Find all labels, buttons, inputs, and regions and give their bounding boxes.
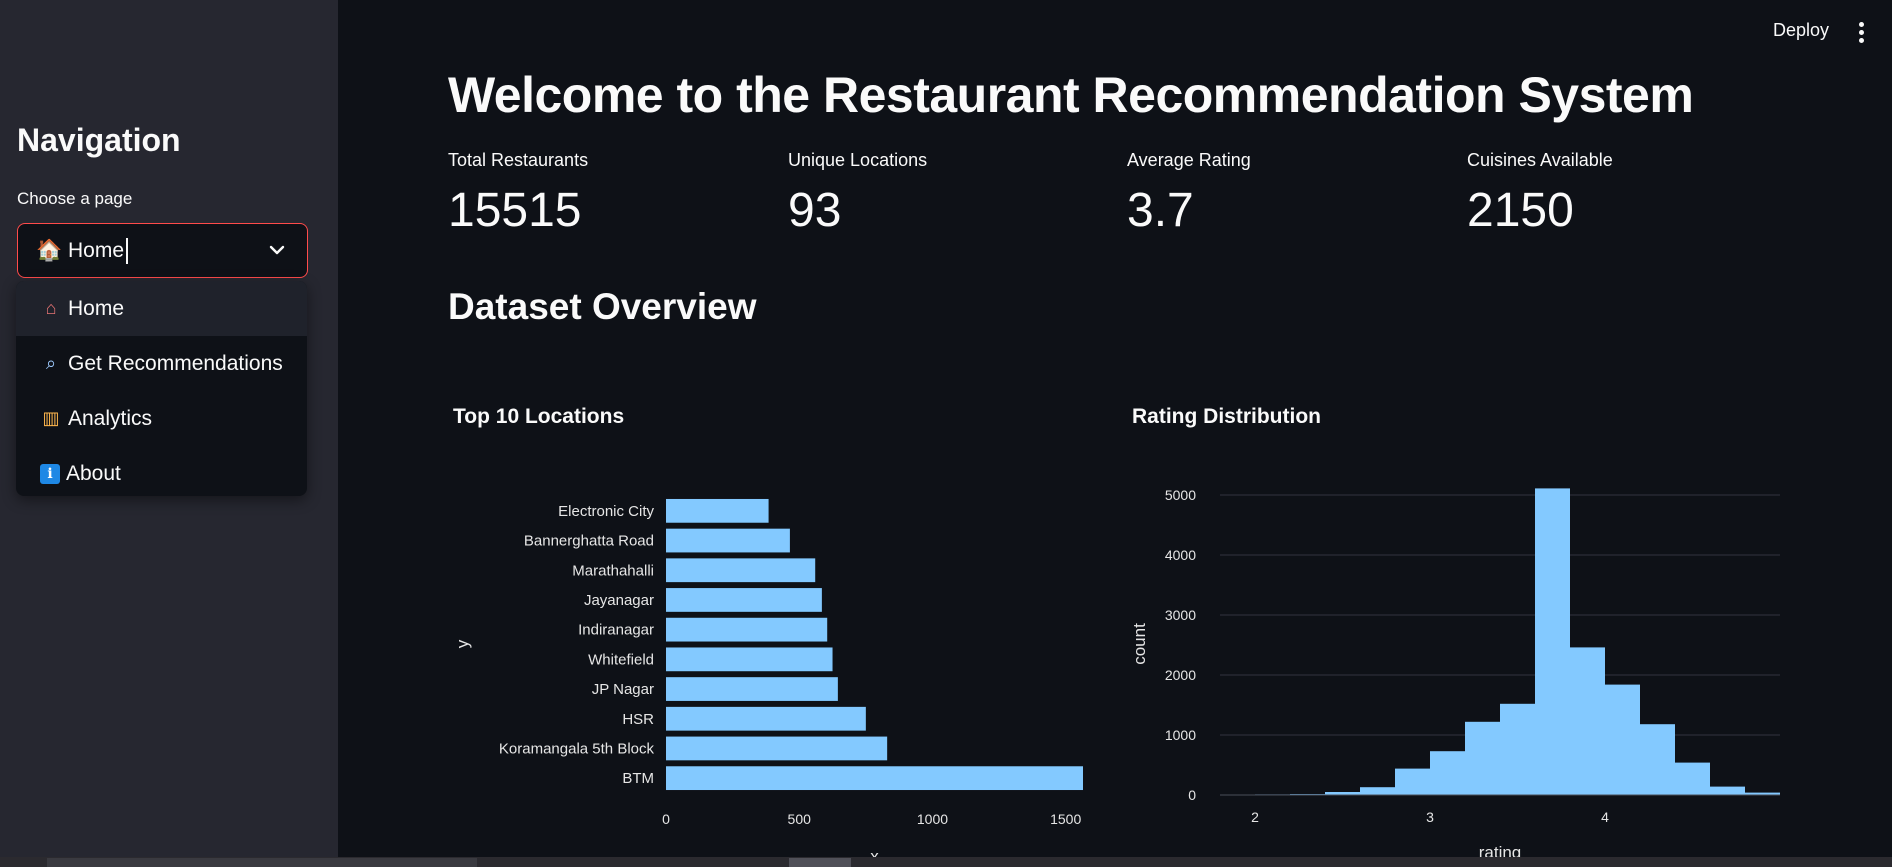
magnifier-icon: ⌕: [45, 353, 57, 373]
bar[interactable]: [666, 677, 838, 701]
chart-title-rating: Rating Distribution: [1132, 405, 1321, 428]
y-axis-label: y: [453, 639, 472, 648]
x-tick-label: 2: [1251, 809, 1259, 825]
metric-label: Average Rating: [1127, 150, 1251, 170]
histogram-bar[interactable]: [1570, 647, 1605, 795]
page-select-dropdown: ⌂ Home ⌕ Get Recommendations ▥ Analytics iA…: [16, 281, 307, 496]
top-locations-chart[interactable]: Electronic City Bannerghatta Road Marathah…: [448, 480, 1088, 867]
house-icon: ⌂: [45, 298, 57, 318]
histogram-bar[interactable]: [1360, 787, 1395, 795]
bar[interactable]: [666, 617, 828, 642]
y-tick-label: 3000: [1165, 607, 1196, 623]
metric-value: 3.7: [1127, 184, 1194, 237]
chevron-down-icon[interactable]: [265, 238, 289, 262]
histogram-bar[interactable]: [1605, 684, 1640, 795]
deploy-button[interactable]: Deploy: [1773, 20, 1829, 41]
metric-value: 2150: [1467, 184, 1574, 237]
page-title: Welcome to the Restaurant Recommendation…: [448, 67, 1694, 123]
category-tick-label: JP Nagar: [592, 681, 654, 698]
category-tick-label: Bannerghatta Road: [524, 533, 654, 550]
option-label: Analytics: [68, 406, 153, 430]
metric-value: 15515: [448, 184, 582, 237]
metric-total-restaurants: Total Restaurants 15515: [448, 150, 588, 238]
category-tick-label: Whitefield: [588, 651, 654, 668]
page-select-value: 🏠 Home: [36, 238, 124, 262]
main-menu-icon[interactable]: [1857, 22, 1865, 44]
metric-label: Total Restaurants: [448, 150, 589, 170]
histogram-bar[interactable]: [1395, 768, 1430, 795]
category-tick-label: Koramangala 5th Block: [499, 740, 655, 757]
metric-value: 93: [788, 184, 842, 237]
histogram-bar[interactable]: [1465, 721, 1500, 795]
page-select-label: Choose a page: [17, 189, 133, 208]
bar-chart-icon: ▥: [42, 408, 60, 428]
category-tick-label: Electronic City: [558, 503, 654, 520]
histogram-bar[interactable]: [1675, 762, 1710, 795]
option-label: About: [66, 461, 121, 485]
bar[interactable]: [666, 528, 790, 553]
option-home[interactable]: ⌂ Home: [16, 281, 307, 336]
chart-title-locations: Top 10 Locations: [453, 405, 625, 428]
section-title: Dataset Overview: [448, 286, 757, 327]
bar[interactable]: [666, 588, 822, 612]
histogram-bar[interactable]: [1500, 703, 1535, 795]
bar[interactable]: [666, 706, 866, 731]
option-analytics[interactable]: ▥ Analytics: [16, 391, 307, 446]
bar[interactable]: [666, 647, 833, 672]
histogram-bar[interactable]: [1535, 488, 1570, 795]
y-tick-label: 2000: [1165, 667, 1196, 683]
bar[interactable]: [666, 558, 816, 583]
x-tick-label: 500: [788, 811, 812, 827]
y-axis-label: count: [1130, 623, 1149, 665]
metric-label: Unique Locations: [788, 150, 928, 170]
metric-label: Cuisines Available: [1467, 150, 1613, 170]
option-label: Get Recommendations: [68, 351, 283, 375]
category-tick-label: BTM: [622, 770, 654, 787]
metric-average-rating: Average Rating 3.7: [1127, 150, 1251, 238]
bar[interactable]: [666, 498, 769, 523]
category-tick-label: Indiranagar: [578, 622, 654, 639]
os-taskbar: [0, 857, 1892, 867]
rating-distribution-chart[interactable]: 0100020003000400050002 3 4ratingcount: [1127, 480, 1787, 867]
category-tick-label: Marathahalli: [572, 562, 654, 579]
text-cursor: [126, 237, 128, 264]
option-get-recommendations[interactable]: ⌕ Get Recommendations: [16, 336, 307, 391]
histogram-bar[interactable]: [1430, 751, 1465, 795]
taskbar-item[interactable]: [47, 858, 477, 867]
option-about[interactable]: i About: [16, 446, 307, 496]
x-tick-label: 4: [1601, 809, 1609, 825]
category-tick-label: HSR: [622, 711, 654, 728]
bar[interactable]: [666, 766, 1083, 791]
taskbar-item[interactable]: [789, 858, 851, 867]
y-tick-label: 4000: [1165, 547, 1196, 563]
category-tick-label: Jayanagar: [584, 592, 654, 609]
metric-unique-locations: Unique Locations 93: [788, 150, 927, 238]
x-tick-label: 1500: [1050, 811, 1081, 827]
histogram-bar[interactable]: [1710, 786, 1745, 795]
sidebar-title: Navigation: [17, 122, 181, 158]
metric-cuisines-available: Cuisines Available 2150: [1467, 150, 1613, 238]
y-tick-label: 1000: [1165, 727, 1196, 743]
sidebar: Navigation Choose a page 🏠 Home ⌂ Home ⌕ G…: [0, 0, 338, 867]
x-tick-label: 3: [1426, 809, 1434, 825]
page-select[interactable]: 🏠 Home: [17, 223, 308, 278]
option-label: Home: [68, 296, 125, 320]
bar[interactable]: [666, 736, 888, 761]
x-tick-label: 0: [662, 811, 670, 827]
info-icon: i: [40, 463, 60, 484]
y-tick-label: 0: [1188, 787, 1196, 803]
x-tick-label: 1000: [917, 811, 948, 827]
histogram-bar[interactable]: [1640, 724, 1675, 795]
y-tick-label: 5000: [1165, 487, 1196, 503]
